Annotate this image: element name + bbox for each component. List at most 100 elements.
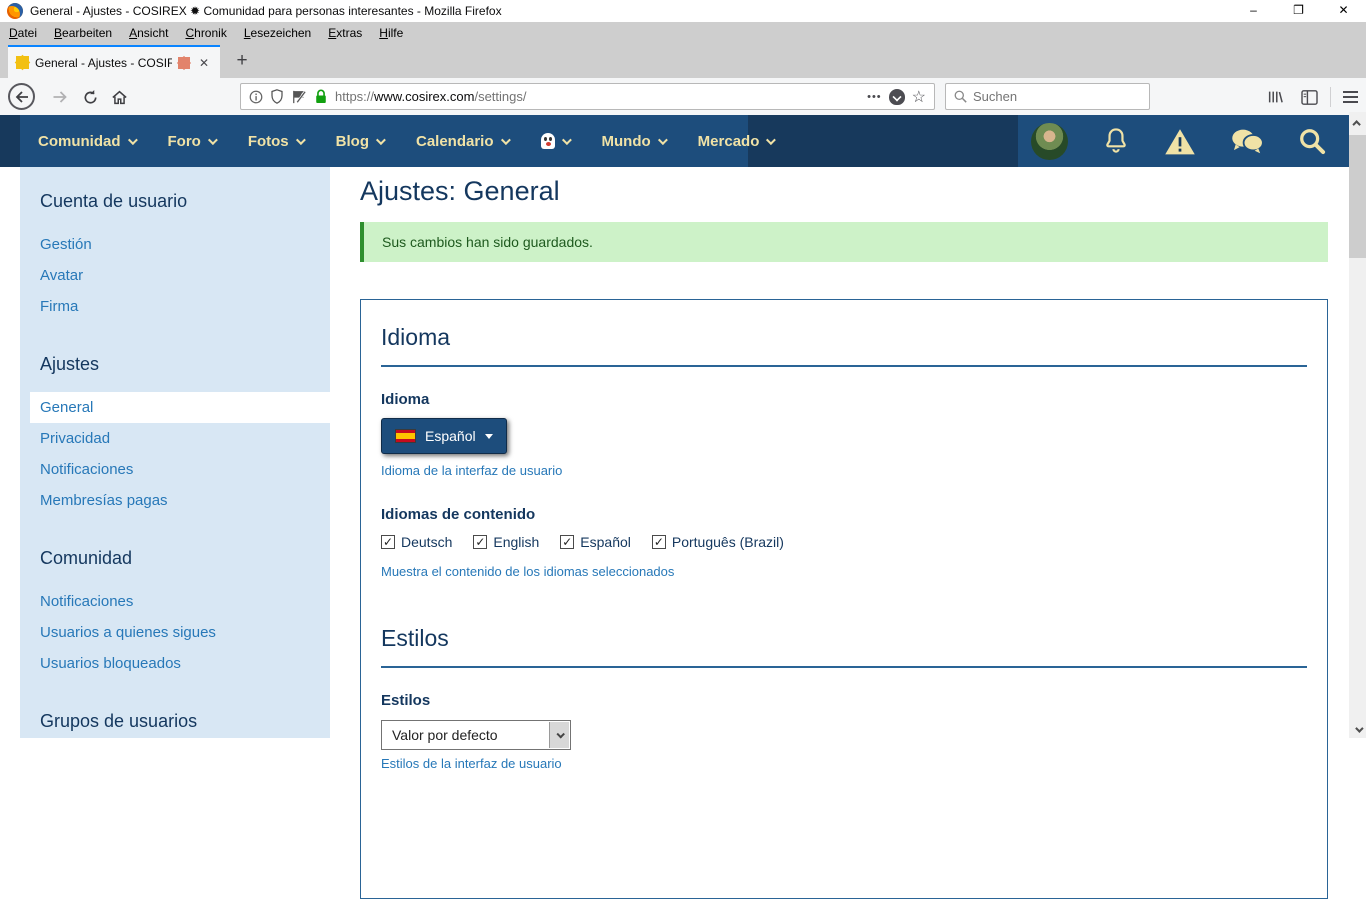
menu-datei[interactable]: Datei — [9, 26, 37, 40]
estilos-field-label: Estilos — [381, 692, 1307, 709]
conversations-chat-icon[interactable] — [1230, 127, 1264, 155]
browser-menubar: Datei Bearbeiten Ansicht Chronik Lesezei… — [0, 22, 1366, 43]
notifications-bell-icon[interactable] — [1102, 126, 1130, 156]
section-divider — [381, 666, 1307, 668]
restore-button[interactable]: ❐ — [1276, 0, 1321, 22]
sidebar-heading-cuenta: Cuenta de usuario — [20, 167, 330, 212]
page-scrollbar[interactable] — [1349, 112, 1366, 738]
sidebar-item-general[interactable]: General — [30, 392, 337, 423]
sidebar-item-usuarios-sigues[interactable]: Usuarios a quienes sigues — [20, 617, 330, 648]
ghost-icon — [541, 133, 555, 149]
checkbox-deutsch[interactable]: ✓Deutsch — [381, 534, 452, 550]
bookmark-star-icon[interactable]: ☆ — [912, 87, 926, 107]
styles-select[interactable]: Valor por defecto — [381, 720, 571, 750]
menu-bearbeiten[interactable]: Bearbeiten — [54, 26, 112, 40]
toolbar-separator — [1330, 87, 1331, 107]
reload-icon[interactable] — [77, 84, 103, 110]
section-divider — [381, 365, 1307, 367]
site-search-icon[interactable] — [1298, 127, 1326, 155]
settings-sidebar: Cuenta de usuario Gestión Avatar Firma A… — [20, 167, 330, 738]
shield-icon[interactable] — [270, 89, 284, 104]
idioma-field-label: Idioma — [381, 391, 1307, 408]
url-host: www.cosirex.com — [374, 89, 474, 104]
close-button[interactable]: ✕ — [1321, 0, 1366, 22]
nav-item-mundo[interactable]: Mundo — [602, 133, 665, 150]
tab-close-icon[interactable]: ✕ — [196, 56, 212, 70]
checkbox-checked-icon[interactable]: ✓ — [652, 535, 666, 549]
tab-bar: General - Ajustes - COSIREX ✕ + — [0, 43, 1366, 78]
sidebar-item-avatar[interactable]: Avatar — [20, 260, 330, 291]
chevron-down-icon — [561, 135, 571, 145]
library-icon[interactable] — [1262, 84, 1288, 110]
sidebar-toggle-icon[interactable] — [1296, 84, 1322, 110]
scrollbar-thumb[interactable] — [1349, 135, 1366, 258]
browser-nav-toolbar: https://www.cosirex.com/settings/ ••• ☆ — [0, 78, 1366, 115]
menu-hilfe[interactable]: Hilfe — [379, 26, 403, 40]
tab-title: General - Ajustes - COSIREX — [35, 56, 172, 70]
sidebar-item-notificaciones[interactable]: Notificaciones — [20, 454, 330, 485]
select-arrow-button[interactable] — [549, 722, 569, 748]
hamburger-menu-icon[interactable] — [1337, 84, 1363, 110]
settings-panel: Idioma Idioma Español Idioma de la inter… — [360, 299, 1328, 899]
pocket-icon[interactable] — [889, 89, 905, 105]
checkbox-english[interactable]: ✓English — [473, 534, 539, 550]
nav-item-foro[interactable]: Foro — [168, 133, 215, 150]
spain-flag-icon — [395, 429, 416, 443]
nav-item-fotos[interactable]: Fotos — [248, 133, 303, 150]
nav-item-blog[interactable]: Blog — [336, 133, 383, 150]
sidebar-item-usuarios-bloqueados[interactable]: Usuarios bloqueados — [20, 648, 330, 679]
chevron-down-icon — [127, 135, 137, 145]
nav-item-calendario[interactable]: Calendario — [416, 133, 508, 150]
back-icon[interactable] — [8, 83, 35, 110]
url-text[interactable]: https://www.cosirex.com/settings/ — [335, 89, 860, 104]
menu-extras[interactable]: Extras — [328, 26, 362, 40]
nav-item-comunidad[interactable]: Comunidad — [38, 133, 135, 150]
menu-lesezeichen[interactable]: Lesezeichen — [244, 26, 311, 40]
menu-ansicht[interactable]: Ansicht — [129, 26, 168, 40]
menu-chronik[interactable]: Chronik — [185, 26, 226, 40]
alerts-warning-icon[interactable] — [1164, 127, 1196, 156]
caret-down-icon — [485, 434, 493, 439]
search-input[interactable] — [973, 89, 1123, 104]
sidebar-item-membresias[interactable]: Membresías pagas — [20, 485, 330, 516]
checkbox-checked-icon[interactable]: ✓ — [560, 535, 574, 549]
page-actions-icon[interactable]: ••• — [867, 91, 882, 103]
language-dropdown-button[interactable]: Español — [381, 418, 507, 454]
new-tab-button[interactable]: + — [228, 47, 256, 75]
window-titlebar: General - Ajustes - COSIREX ✹ Comunidad … — [0, 0, 1366, 22]
scroll-down-icon[interactable] — [1349, 721, 1366, 738]
styles-select-value: Valor por defecto — [392, 727, 498, 743]
checkbox-checked-icon[interactable]: ✓ — [381, 535, 395, 549]
site-nav-menu: Comunidad Foro Fotos Blog Calendario Mun… — [20, 115, 748, 167]
user-avatar[interactable] — [1031, 123, 1068, 160]
firefox-logo-icon — [7, 3, 23, 19]
sidebar-item-firma[interactable]: Firma — [20, 291, 330, 322]
permissions-flag-icon[interactable] — [291, 90, 307, 104]
nav-item-mercado[interactable]: Mercado — [698, 133, 774, 150]
sidebar-item-notificaciones-comunidad[interactable]: Notificaciones — [20, 586, 330, 617]
search-box[interactable] — [945, 83, 1150, 110]
sidebar-item-privacidad[interactable]: Privacidad — [20, 423, 330, 454]
window-title: General - Ajustes - COSIREX ✹ Comunidad … — [30, 0, 502, 22]
checkbox-checked-icon[interactable]: ✓ — [473, 535, 487, 549]
minimize-button[interactable]: – — [1231, 0, 1276, 22]
page-content: Cuenta de usuario Gestión Avatar Firma A… — [0, 167, 1349, 738]
content-languages-row: ✓Deutsch ✓English ✓Español ✓Português (B… — [381, 534, 1307, 550]
home-icon[interactable] — [106, 84, 132, 110]
chevron-down-icon — [296, 135, 306, 145]
checkbox-espanol[interactable]: ✓Español — [560, 534, 631, 550]
scroll-up-icon[interactable] — [1349, 114, 1366, 131]
forward-icon[interactable] — [46, 84, 72, 110]
chevron-down-icon — [766, 135, 776, 145]
url-bar[interactable]: https://www.cosirex.com/settings/ ••• ☆ — [240, 83, 935, 110]
chevron-down-icon — [556, 730, 564, 738]
language-button-label: Español — [425, 428, 476, 444]
checkbox-portugues[interactable]: ✓Português (Brazil) — [652, 534, 784, 550]
page-info-icon[interactable] — [249, 90, 263, 104]
chevron-down-icon — [376, 135, 386, 145]
tab-general-ajustes[interactable]: General - Ajustes - COSIREX ✕ — [8, 45, 220, 78]
sidebar-heading-ajustes: Ajustes — [20, 354, 330, 375]
site-nav-user-tools — [1018, 115, 1349, 167]
sidebar-item-gestion[interactable]: Gestión — [20, 229, 330, 260]
nav-item-ghost[interactable] — [541, 133, 569, 149]
